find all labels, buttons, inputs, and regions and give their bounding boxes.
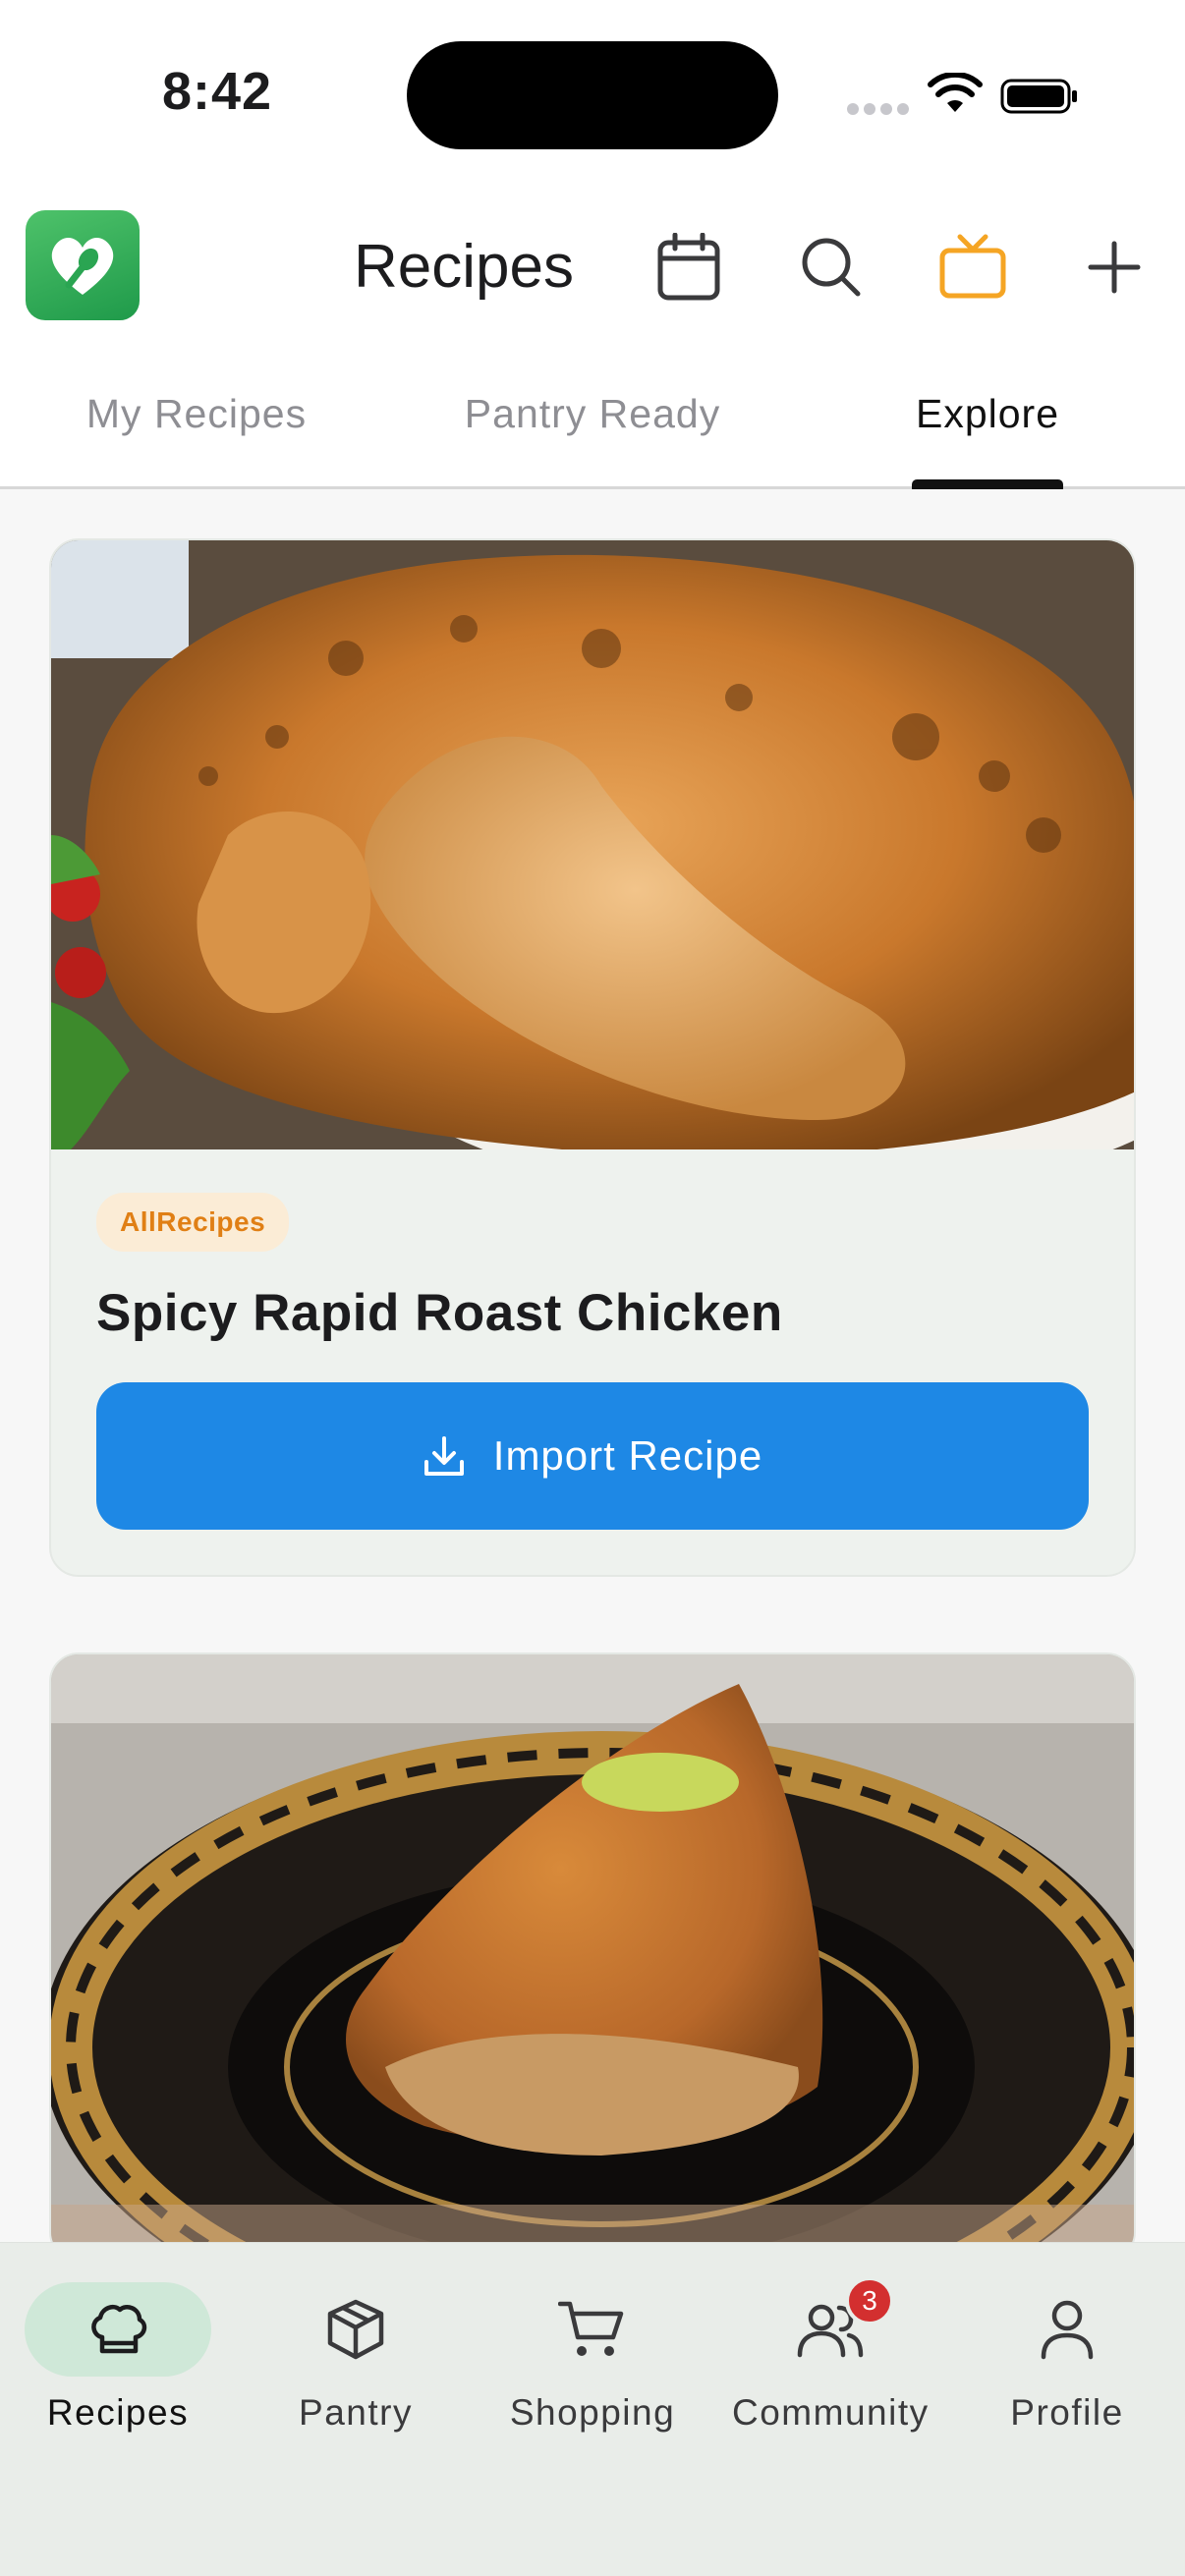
box-icon: [327, 2299, 384, 2360]
source-badge: AllRecipes: [96, 1193, 290, 1252]
nav-pantry-pill: [262, 2282, 449, 2377]
community-notification-badge: 3: [845, 2276, 894, 2325]
nav-recipes[interactable]: Recipes: [20, 2282, 216, 2434]
nav-shopping-pill: [499, 2282, 686, 2377]
recipe-title[interactable]: Spicy Rapid Roast Chicken: [96, 1283, 1089, 1343]
tab-pantry-ready[interactable]: Pantry Ready: [442, 391, 743, 437]
dynamic-island: [407, 41, 778, 149]
nav-shopping-label: Shopping: [509, 2392, 676, 2433]
dessert-cake-photo: [51, 1654, 1134, 2260]
tv-icon: [939, 234, 1006, 299]
nav-community-pill: 3: [737, 2276, 924, 2377]
status-time: 8:42: [162, 62, 273, 121]
app-header: Recipes: [0, 187, 1185, 354]
nav-shopping[interactable]: Shopping: [494, 2282, 691, 2434]
page-title: Recipes: [354, 233, 574, 301]
import-recipe-button[interactable]: Import Recipe: [96, 1382, 1089, 1530]
cellular-signal-icon: [847, 102, 914, 120]
nav-pantry[interactable]: Pantry: [257, 2282, 454, 2434]
recipe-card-body: AllRecipes Spicy Rapid Roast Chicken Imp…: [51, 1149, 1134, 1530]
heart-spoon-icon: [51, 237, 114, 295]
recipe-card[interactable]: AllRecipes Spicy Rapid Roast Chicken Imp…: [49, 538, 1136, 1577]
roast-chicken-photo: [51, 540, 1134, 1149]
nav-community[interactable]: 3 Community: [732, 2276, 930, 2434]
nav-profile-label: Profile: [1010, 2392, 1124, 2433]
chef-hat-icon: [91, 2305, 147, 2354]
nav-profile[interactable]: Profile: [969, 2282, 1165, 2434]
status-bar: 8:42: [0, 0, 1185, 187]
search-icon: [802, 238, 861, 297]
tab-explore[interactable]: Explore: [870, 391, 1105, 437]
plus-icon: [1088, 241, 1141, 294]
import-recipe-label: Import Recipe: [492, 1432, 763, 1479]
battery-icon: [1000, 79, 1077, 114]
app-logo: [26, 210, 140, 320]
add-recipe-button[interactable]: [1077, 230, 1152, 305]
recipe-card[interactable]: [49, 1652, 1136, 2262]
nav-recipes-pill: [25, 2282, 211, 2377]
nav-community-label: Community: [732, 2392, 930, 2433]
nav-recipes-label: Recipes: [46, 2392, 190, 2433]
recipe-tabs: My Recipes Pantry Ready Explore: [0, 354, 1185, 489]
tv-button[interactable]: [935, 230, 1010, 305]
recipe-image[interactable]: [51, 1654, 1134, 2260]
recipe-image[interactable]: [51, 540, 1134, 1149]
cart-icon: [558, 2301, 624, 2356]
calendar-button[interactable]: [651, 230, 726, 305]
nav-pantry-label: Pantry: [299, 2392, 413, 2433]
person-icon: [1041, 2300, 1094, 2360]
active-tab-indicator: [912, 479, 1063, 489]
nav-profile-pill: [974, 2282, 1160, 2377]
tab-my-recipes[interactable]: My Recipes: [59, 391, 334, 437]
calendar-icon: [657, 233, 720, 301]
search-button[interactable]: [794, 230, 869, 305]
bottom-navigation: Recipes Pantry Shopping 3 Community Prof…: [0, 2242, 1185, 2576]
download-icon: [423, 1436, 464, 1476]
wifi-icon: [928, 73, 983, 112]
